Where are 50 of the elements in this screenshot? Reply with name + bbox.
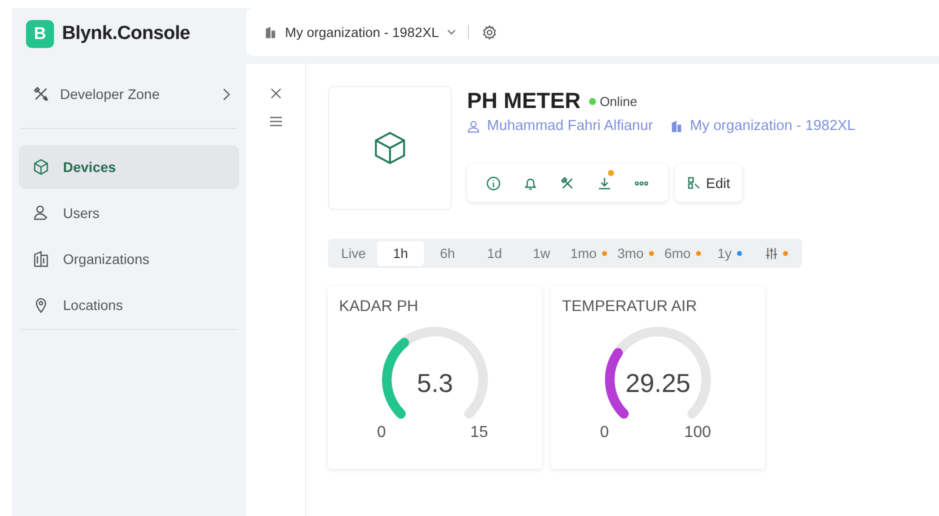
notification-dot [608,170,614,176]
building-icon [32,250,50,268]
sidebar-item[interactable]: Devices [19,145,239,189]
chevron-right-icon [222,86,231,102]
bell-icon [523,176,538,190]
close-icon[interactable] [270,88,282,99]
gauge-min: 0 [600,424,609,442]
time-range-tab[interactable]: 1mo [565,241,612,266]
sidebar-item[interactable]: Users [19,191,239,235]
organization-link[interactable]: My organization - 1982XL [690,118,856,134]
time-range-tab[interactable]: 1w [518,241,565,266]
info-icon [486,176,501,190]
brand-name: Blynk.Console [62,23,190,45]
gauge-title: KADAR PH [339,298,420,316]
time-range-tab[interactable]: Live [330,241,377,266]
time-range-tab[interactable]: 6h [424,241,471,266]
developer-zone-item[interactable]: Developer Zone [19,60,239,128]
gauge-max: 100 [684,424,711,442]
gauge-title: TEMPERATUR AIR [562,298,698,316]
device-name: PH METER [467,88,581,114]
building-icon [264,26,277,38]
sidebar-item[interactable]: Organizations [19,237,239,281]
gauge-value: 5.3 [416,370,454,396]
time-range-tab[interactable]: 3mo [612,241,659,266]
time-range-tab[interactable]: 1y [706,241,753,266]
tools-icon [32,85,50,103]
time-range-tab[interactable]: 1h [377,241,424,266]
cube-icon [32,158,50,176]
settings-icon[interactable] [480,24,498,40]
organization-selector[interactable]: My organization - 1982XL [264,24,456,40]
user-icon [467,120,480,132]
edit-icon [687,176,701,190]
status-text: Online [600,94,638,108]
tools-icon [560,176,575,190]
menu-icon[interactable] [270,116,282,127]
edit-button[interactable]: Edit [675,164,742,202]
time-range-tab[interactable]: 1d [471,241,518,266]
sliders-icon [765,247,778,260]
download-icon [597,176,612,190]
cube-icon [374,131,406,165]
gauge-value: 29.25 [624,370,692,396]
building-icon [670,120,684,132]
time-range-tab[interactable]: 6mo [659,241,706,266]
user-icon [32,204,50,222]
sidebar-item[interactable]: Locations [19,283,239,327]
gauge-max: 15 [470,424,488,442]
caret-icon [446,29,456,35]
logo: B [26,20,54,48]
gauge-min: 0 [377,424,386,442]
owner-link[interactable]: Muhammad Fahri Alfianur [487,118,654,134]
